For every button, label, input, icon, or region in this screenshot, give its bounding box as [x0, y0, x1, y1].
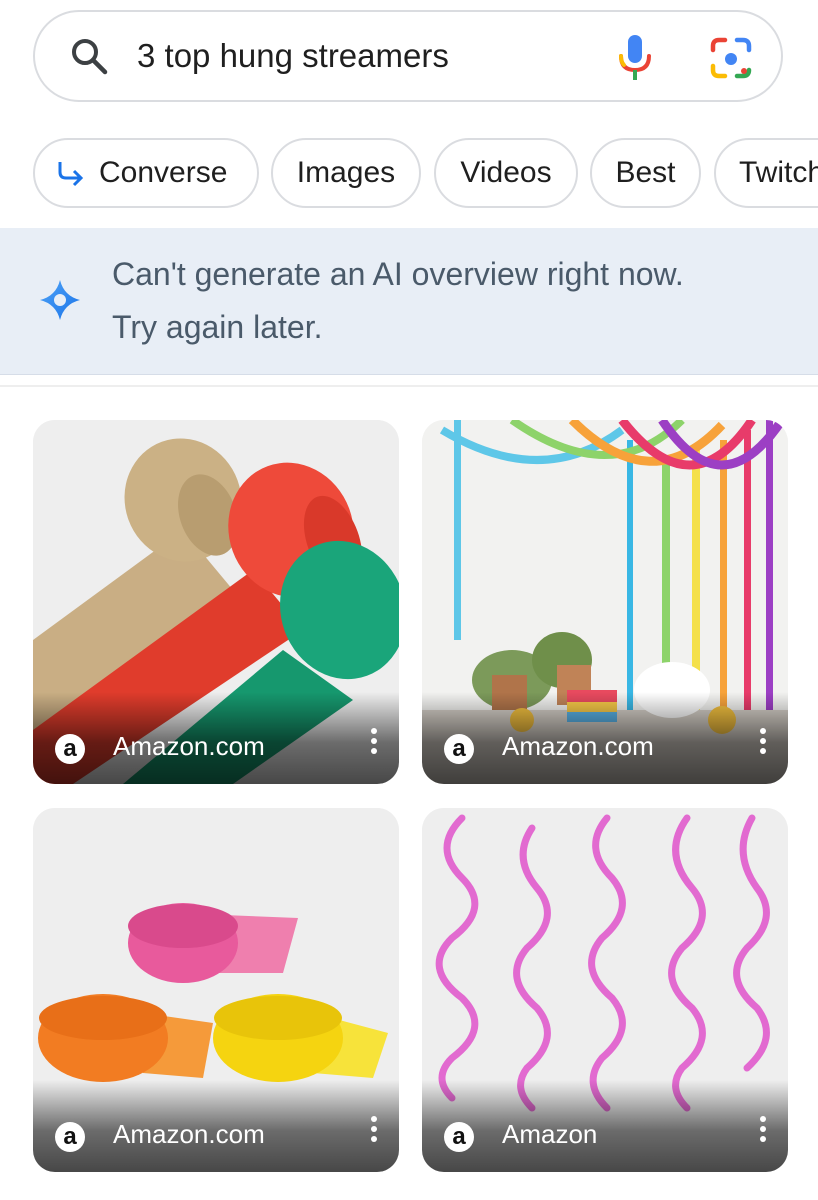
ai-overview-banner: Can't generate an AI overview right now.… — [0, 228, 818, 375]
chip-twitch[interactable]: Twitch — [714, 138, 818, 208]
chip-label: Best — [615, 156, 676, 189]
image-result-card[interactable]: a Amazon.com — [422, 420, 788, 784]
ai-overview-retry-text: Try again later. — [112, 309, 323, 345]
ai-sparkle-icon — [40, 280, 80, 320]
result-source[interactable]: Amazon — [502, 1119, 597, 1150]
google-lens-icon[interactable] — [709, 36, 753, 80]
chip-label: Converse — [99, 156, 228, 189]
chip-converse[interactable]: Converse — [33, 138, 259, 208]
more-options-icon[interactable] — [369, 726, 379, 756]
search-bar[interactable]: 3 top hung streamers — [33, 10, 783, 102]
ai-overview-message: Can't generate an AI overview right now. — [112, 256, 684, 292]
image-result-card[interactable]: a Amazon — [422, 808, 788, 1172]
image-result-card[interactable]: a Amazon.com — [33, 808, 399, 1172]
amazon-logo: a — [55, 1122, 85, 1152]
more-options-icon[interactable] — [369, 1114, 379, 1144]
filter-chips: Converse Images Videos Best Twitch — [0, 138, 818, 210]
result-source[interactable]: Amazon.com — [113, 1119, 265, 1150]
more-options-icon[interactable] — [758, 726, 768, 756]
chip-videos[interactable]: Videos — [434, 138, 578, 208]
result-source[interactable]: Amazon.com — [113, 731, 265, 762]
amazon-logo: a — [55, 734, 85, 764]
amazon-logo: a — [444, 1122, 474, 1152]
image-result-card[interactable]: a Amazon.com — [33, 420, 399, 784]
search-icon — [72, 39, 108, 75]
amazon-logo: a — [444, 734, 474, 764]
microphone-icon[interactable] — [615, 32, 655, 84]
chip-label: Videos — [460, 156, 552, 189]
return-arrow-icon — [58, 162, 84, 187]
search-input[interactable]: 3 top hung streamers — [137, 37, 449, 75]
chip-images[interactable]: Images — [271, 138, 421, 208]
chip-label: Images — [296, 156, 396, 189]
section-divider — [0, 385, 818, 387]
card-caption-bar — [422, 1080, 788, 1172]
chip-best[interactable]: Best — [590, 138, 701, 208]
more-options-icon[interactable] — [758, 1114, 768, 1144]
result-source[interactable]: Amazon.com — [502, 731, 654, 762]
chip-label: Twitch — [739, 156, 818, 189]
